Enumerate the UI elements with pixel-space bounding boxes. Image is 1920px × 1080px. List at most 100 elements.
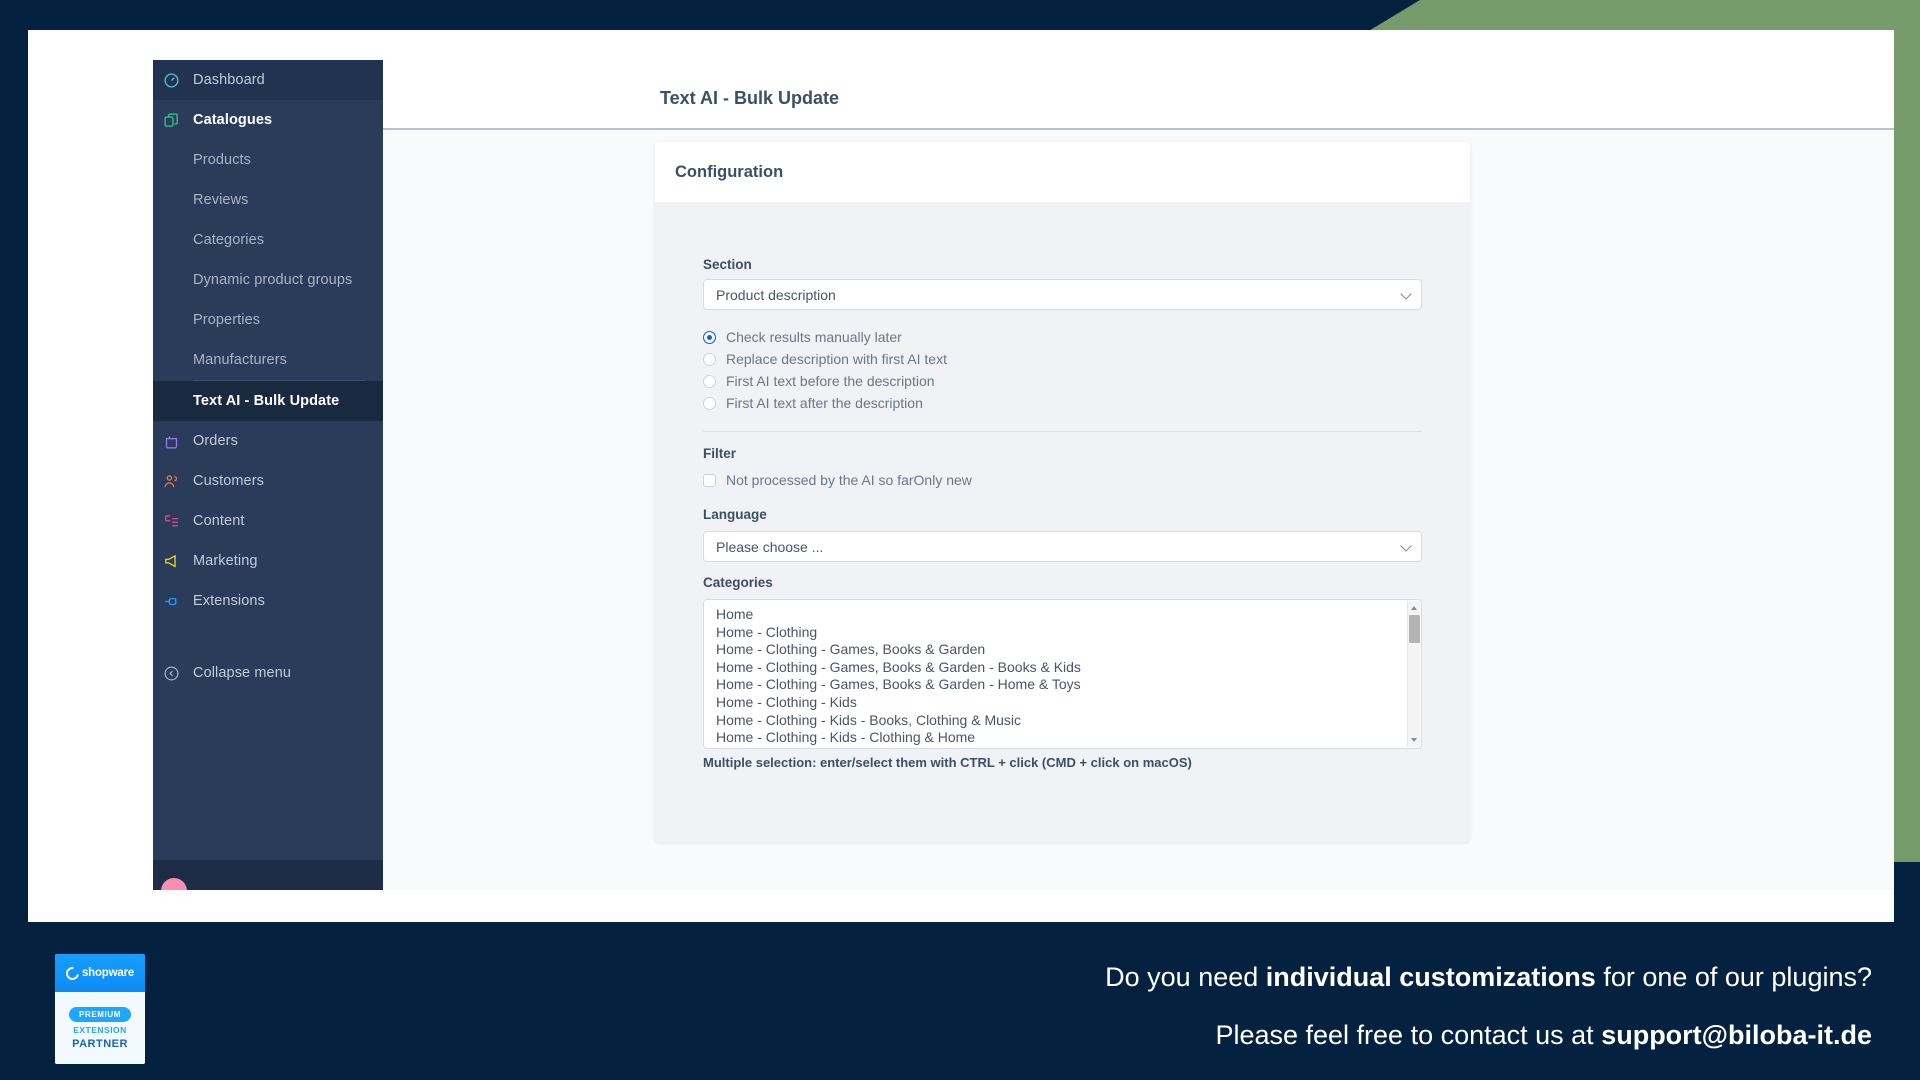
- banner-line-1: Do you need individual customizations fo…: [1105, 962, 1872, 993]
- banner-line1-post: for one of our plugins?: [1595, 962, 1872, 992]
- sidebar-label: Orders: [193, 433, 238, 449]
- collapse-chevron-left-circle-icon: [163, 662, 193, 684]
- sidebar-item-dynamic-product-groups[interactable]: Dynamic product groups: [153, 260, 383, 300]
- list-item[interactable]: Home - Clothing - Kids - Clothing & Home: [716, 729, 1421, 747]
- admin-sidebar: Dashboard Catalogues Products Reviews Ca…: [153, 60, 383, 890]
- badge-brand-row: shopware: [55, 954, 145, 992]
- list-item[interactable]: Home - Clothing - Games, Books & Garden …: [716, 659, 1421, 677]
- categories-label: Categories: [703, 575, 773, 590]
- customers-people-icon: [163, 470, 193, 492]
- radio-option-check-results-manually-later[interactable]: Check results manually later: [703, 326, 1422, 348]
- sidebar-label: Marketing: [193, 553, 258, 569]
- list-item[interactable]: Home - Clothing - Kids - Books, Clothing…: [716, 712, 1421, 730]
- promo-banner: shopware PREMIUM EXTENSION PARTNER Do yo…: [0, 922, 1920, 1080]
- sidebar-item-products[interactable]: Products: [153, 140, 383, 180]
- dashboard-gauge-icon: [163, 69, 193, 91]
- sidebar-label: Text AI - Bulk Update: [193, 393, 340, 409]
- filter-checkbox-label: Not processed by the AI so farOnly new: [726, 472, 972, 488]
- scroll-up-arrow-icon[interactable]: [1411, 606, 1417, 610]
- sidebar-item-content[interactable]: Content: [153, 501, 383, 541]
- marketing-megaphone-icon: [163, 550, 193, 572]
- badge-premium-pill: PREMIUM: [69, 1006, 131, 1022]
- sidebar-item-catalogues[interactable]: Catalogues: [153, 100, 383, 140]
- filter-label: Filter: [703, 446, 737, 461]
- language-select-value: Please choose ...: [716, 538, 824, 555]
- language-label: Language: [703, 507, 767, 522]
- sidebar-item-text-ai-bulk-update[interactable]: Text AI - Bulk Update: [153, 381, 383, 421]
- banner-line1-bold: individual customizations: [1265, 962, 1596, 992]
- sidebar-item-extensions[interactable]: Extensions: [153, 581, 383, 621]
- sidebar-collapse-label: Collapse menu: [193, 665, 292, 681]
- badge-line1: EXTENSION: [73, 1024, 127, 1035]
- sidebar-item-customers[interactable]: Customers: [153, 461, 383, 501]
- shopware-logo-icon: [63, 963, 82, 983]
- sidebar-item-marketing[interactable]: Marketing: [153, 541, 383, 581]
- categories-listbox[interactable]: Home Home - Clothing Home - Clothing - G…: [703, 599, 1422, 749]
- section-select[interactable]: Product description: [703, 279, 1422, 310]
- sidebar-label: Categories: [193, 232, 265, 248]
- list-item[interactable]: Home - Clothing - Games, Books & Garden …: [716, 676, 1421, 694]
- decorative-navy-diagonal: [0, 0, 1420, 30]
- banner-line1-pre: Do you need: [1105, 962, 1266, 992]
- sidebar-footer-strip: [153, 860, 383, 890]
- sidebar-label: Content: [193, 513, 245, 529]
- orders-bag-icon: [163, 430, 193, 452]
- scrollbar-thumb[interactable]: [1409, 615, 1420, 643]
- radio-label: First AI text before the description: [726, 373, 935, 389]
- chevron-down-icon: [1400, 287, 1412, 300]
- radio-indicator: [703, 330, 716, 344]
- list-item[interactable]: Home - Clothing - Kids: [716, 694, 1421, 712]
- banner-line-2: Please feel free to contact us at suppor…: [1215, 1020, 1872, 1051]
- list-item[interactable]: Home: [716, 606, 1421, 624]
- radio-option-replace-description[interactable]: Replace description with first AI text: [703, 348, 1422, 370]
- shopware-premium-partner-badge: shopware PREMIUM EXTENSION PARTNER: [55, 954, 145, 1064]
- sidebar-item-dashboard[interactable]: Dashboard: [153, 60, 383, 100]
- sidebar-collapse-menu[interactable]: Collapse menu: [153, 653, 383, 693]
- configuration-card: Configuration Section Product descriptio…: [655, 142, 1470, 842]
- avatar[interactable]: [161, 878, 187, 890]
- sidebar-item-categories[interactable]: Categories: [153, 220, 383, 260]
- radio-option-first-ai-after[interactable]: First AI text after the description: [703, 392, 1422, 414]
- sidebar-label: Customers: [193, 473, 264, 489]
- sidebar-label: Dashboard: [193, 72, 265, 88]
- radio-label: Replace description with first AI text: [726, 351, 947, 367]
- list-item[interactable]: Home - Clothing - Games, Books & Garden: [716, 641, 1421, 659]
- scroll-down-arrow-icon[interactable]: [1411, 738, 1417, 742]
- categories-scrollbar[interactable]: [1407, 601, 1420, 747]
- sidebar-label: Dynamic product groups: [193, 272, 353, 288]
- sidebar-label: Properties: [193, 312, 261, 328]
- filter-checkbox-row[interactable]: Not processed by the AI so farOnly new: [703, 470, 1422, 490]
- sidebar-label: Extensions: [193, 593, 265, 609]
- section-label: Section: [703, 257, 752, 272]
- list-item[interactable]: Home - Clothing: [716, 624, 1421, 642]
- radio-option-first-ai-before[interactable]: First AI text before the description: [703, 370, 1422, 392]
- sidebar-label: Manufacturers: [193, 352, 287, 368]
- sidebar-label: Reviews: [193, 192, 249, 208]
- banner-line2-bold: support@biloba-it.de: [1601, 1020, 1872, 1050]
- catalogues-copy-icon: [163, 109, 193, 131]
- content-layout-icon: [163, 510, 193, 532]
- checkbox-indicator: [703, 473, 716, 487]
- radio-indicator: [703, 352, 716, 366]
- radio-label: Check results manually later: [726, 329, 902, 345]
- sidebar-item-properties[interactable]: Properties: [153, 300, 383, 340]
- badge-detail-row: PREMIUM EXTENSION PARTNER: [55, 992, 145, 1064]
- sidebar-item-orders[interactable]: Orders: [153, 421, 383, 461]
- topbar: Text AI - Bulk Update: [383, 60, 1894, 130]
- slide-frame: Dashboard Catalogues Products Reviews Ca…: [0, 0, 1920, 1080]
- badge-line2: PARTNER: [72, 1037, 128, 1050]
- card-body: Section Product description Check result…: [655, 202, 1470, 770]
- chevron-down-icon: [1400, 539, 1412, 552]
- radio-indicator: [703, 374, 716, 388]
- badge-brand-label: shopware: [81, 967, 135, 979]
- divider: [703, 431, 1422, 432]
- language-select[interactable]: Please choose ...: [703, 531, 1422, 562]
- radio-indicator: [703, 396, 716, 410]
- sidebar-item-reviews[interactable]: Reviews: [153, 180, 383, 220]
- radio-label: First AI text after the description: [726, 395, 923, 411]
- extensions-plug-icon: [163, 590, 193, 612]
- sidebar-item-manufacturers[interactable]: Manufacturers: [153, 340, 383, 380]
